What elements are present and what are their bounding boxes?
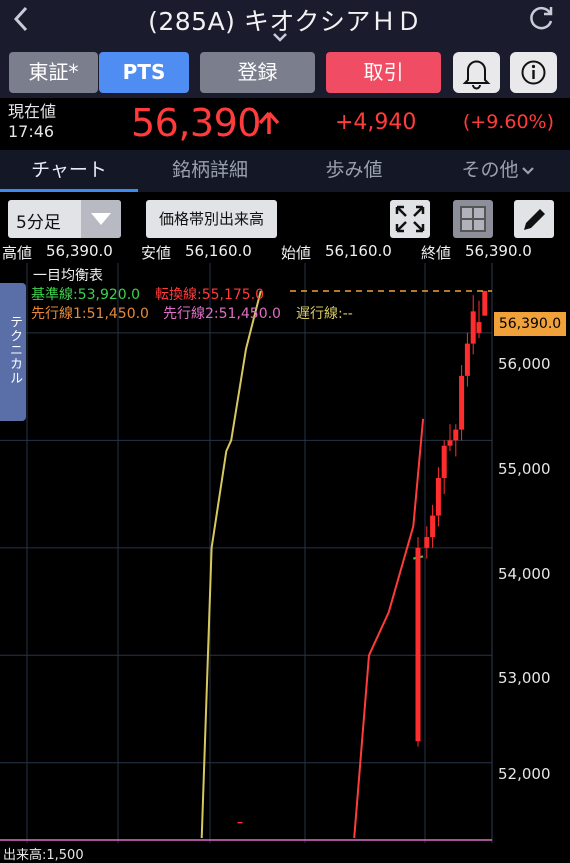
trade-button[interactable]: 取引: [326, 52, 441, 93]
arrow-up-icon: [258, 111, 280, 134]
tab-bar: チャート 銘柄詳細 歩み値 その他: [0, 150, 570, 192]
current-price-tag: 56,390.0: [494, 312, 566, 336]
action-bar: 東証* PTS 登録 取引: [0, 46, 570, 98]
interval-value: 5分足: [16, 213, 61, 233]
series-line-chikou: [200, 290, 262, 839]
y-tick-label: 54,000: [498, 565, 551, 583]
close-value: 56,390.0: [465, 242, 532, 260]
layout-button[interactable]: [453, 200, 493, 238]
current-price: 56,390: [131, 101, 261, 145]
candle-body: [464, 343, 470, 376]
close-label: 終値: [421, 244, 452, 262]
low-value: 56,160.0: [185, 242, 252, 260]
register-button[interactable]: 登録: [200, 52, 315, 93]
draw-button[interactable]: [514, 200, 554, 238]
legend-kijun: 基準線:53,920.0: [31, 287, 141, 303]
info-icon: [521, 60, 546, 85]
tab-time-and-sales[interactable]: 歩み値: [282, 150, 426, 192]
series-line-tenkan: [353, 418, 425, 839]
candle-body: [424, 537, 430, 548]
chevron-down-icon[interactable]: [271, 30, 289, 44]
grid-icon: [460, 206, 486, 232]
refresh-icon[interactable]: [526, 4, 556, 34]
y-tick-label: 56,000: [498, 355, 551, 373]
bell-icon: [462, 60, 491, 90]
interval-dropdown[interactable]: [81, 200, 121, 238]
interval-select[interactable]: 5分足: [8, 200, 121, 238]
price-bar: 現在値 17:46 56,390 +4,940 (+9.60%): [0, 98, 570, 150]
candle-body: [459, 375, 465, 430]
chevron-down-icon[interactable]: [520, 164, 536, 178]
y-tick-label: 52,000: [498, 765, 551, 783]
candle-body: [237, 821, 243, 824]
low-label: 安値: [141, 244, 172, 262]
candle-body: [435, 477, 441, 516]
candle-body: [476, 322, 482, 333]
legend-title: 一目均衡表: [33, 268, 103, 284]
price-change: +4,940: [335, 110, 417, 135]
legend-tenkan: 転換線:55,175.0: [155, 287, 265, 303]
ohlc-bar: 高値 56,390.0 安値 56,160.0 始値 56,160.0 終値 5…: [0, 241, 570, 263]
volume-by-price-button[interactable]: 価格帯別出来高: [146, 200, 277, 238]
caret-down-icon: [91, 213, 111, 225]
tab-chart[interactable]: チャート: [0, 150, 138, 192]
navbar: (285A) キオクシアＨＤ: [0, 0, 570, 46]
open-label: 始値: [281, 244, 312, 262]
candle-body: [453, 429, 459, 441]
candle-body: [470, 311, 476, 344]
volume-label: 出来高:1,500: [3, 848, 84, 863]
y-tick-label: 53,000: [498, 669, 551, 687]
candle-body: [430, 515, 436, 538]
candle-body: [482, 290, 488, 316]
tab-stock-details[interactable]: 銘柄詳細: [138, 150, 282, 192]
legend-chikou: 遅行線:--: [296, 306, 353, 322]
candle-body: [415, 547, 421, 742]
technical-tab-label: テクニカル: [7, 315, 22, 385]
price-change-percent: (+9.60%): [462, 111, 554, 133]
pencil-icon: [524, 209, 545, 230]
open-value: 56,160.0: [325, 242, 392, 260]
candle-body: [441, 445, 447, 478]
price-time: 17:46: [8, 122, 55, 141]
legend-senkou1: 先行線1:51,450.0: [31, 306, 149, 322]
technical-tab[interactable]: テクニカル: [0, 283, 26, 421]
candle-body: [447, 440, 453, 446]
exchange-button[interactable]: 東証*: [9, 52, 98, 93]
legend-senkou2: 先行線2:51,450.0: [163, 306, 281, 322]
y-tick-label: 55,000: [498, 460, 551, 478]
pts-button[interactable]: PTS: [99, 52, 189, 93]
expand-icon: [395, 205, 425, 233]
high-label: 高値: [2, 244, 33, 262]
current-price-label: 現在値: [8, 102, 57, 121]
alert-button[interactable]: [453, 52, 500, 93]
fullscreen-button[interactable]: [390, 200, 430, 238]
price-chart[interactable]: [0, 263, 570, 855]
high-value: 56,390.0: [46, 242, 113, 260]
info-button[interactable]: [510, 52, 557, 93]
